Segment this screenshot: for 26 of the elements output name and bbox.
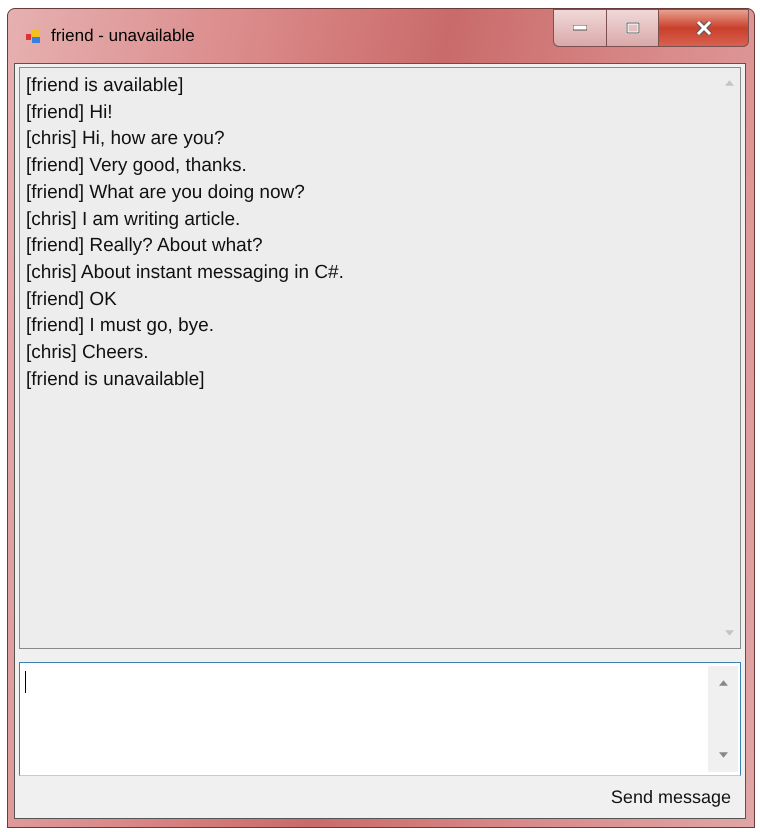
chat-message: [friend] Hi! bbox=[26, 100, 114, 125]
chat-message: [friend] OK bbox=[26, 288, 118, 312]
scroll-up-icon[interactable] bbox=[718, 680, 728, 686]
app-icon bbox=[25, 28, 41, 44]
chat-message: [chris] Cheers. bbox=[26, 341, 150, 366]
close-icon bbox=[696, 21, 712, 35]
window-title: friend - unavailable bbox=[51, 26, 195, 46]
close-button[interactable] bbox=[659, 9, 749, 47]
send-message-button[interactable]: Send message bbox=[606, 784, 735, 810]
maximize-button[interactable] bbox=[607, 9, 659, 47]
scroll-down-icon[interactable] bbox=[718, 752, 728, 758]
chat-message: [friend] Really? About what? bbox=[26, 234, 264, 258]
chat-message: [friend] Very good, thanks. bbox=[26, 154, 248, 178]
minimize-button[interactable] bbox=[553, 9, 607, 47]
scrollbar[interactable] bbox=[708, 666, 738, 772]
chat-message: [friend] I must go, bye. bbox=[26, 314, 215, 338]
chat-message: [chris] About instant messaging in C#. bbox=[26, 260, 345, 285]
maximize-icon bbox=[626, 22, 640, 34]
text-caret bbox=[25, 671, 26, 693]
chat-message: [friend] What are you doing now? bbox=[26, 180, 306, 205]
minimize-icon bbox=[573, 25, 587, 31]
chat-message: [chris] I am writing article. bbox=[26, 208, 242, 232]
message-input-field[interactable] bbox=[19, 662, 741, 776]
chat-message: [chris] Hi, how are you? bbox=[26, 127, 226, 152]
chat-message: [friend is available] bbox=[26, 74, 184, 98]
chat-message: [friend is unavailable] bbox=[26, 368, 206, 392]
